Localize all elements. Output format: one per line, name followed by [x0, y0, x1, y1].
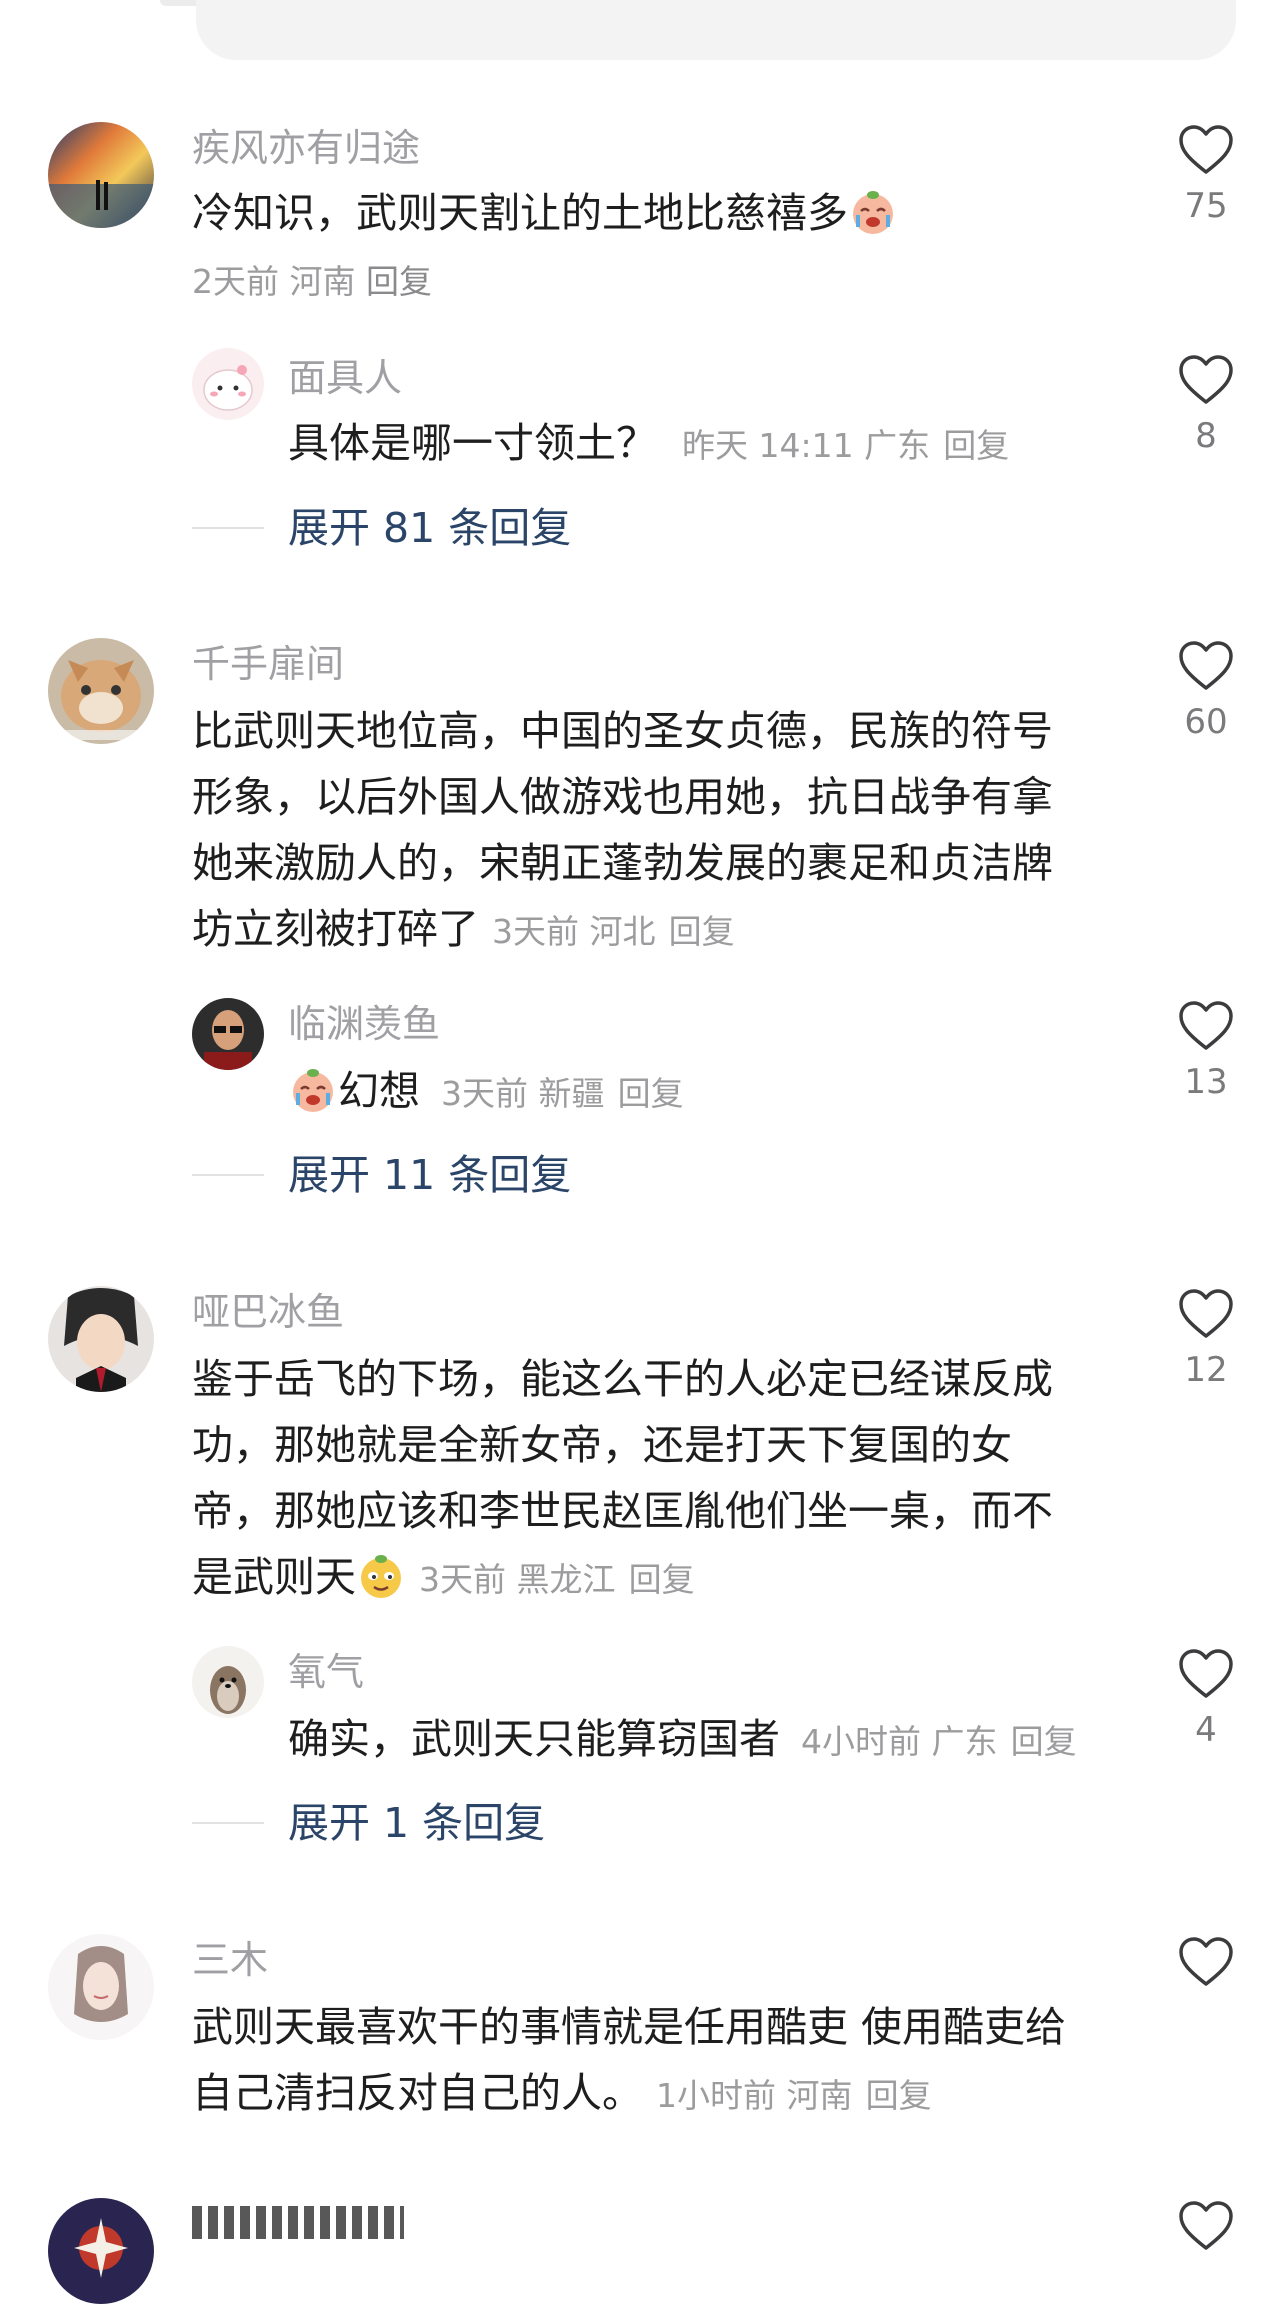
like-count: 75: [1184, 186, 1228, 226]
username[interactable]: 三木: [192, 1936, 268, 1984]
reply-meta: 昨天 14:11 广东: [682, 426, 931, 465]
comment-line: 鉴于岳飞的下场，能这么干的人必定已经谋反成: [192, 1355, 1053, 1403]
username[interactable]: 哑巴冰鱼: [192, 1288, 344, 1336]
heart-outline-icon: [1179, 1001, 1233, 1050]
reply-button[interactable]: 回复: [629, 1560, 695, 1599]
expand-divider: [192, 1174, 264, 1176]
comment-meta: 2天前 河南 回复: [192, 258, 432, 306]
heart-outline-icon: [1179, 355, 1233, 404]
crying-face-emoji: [848, 187, 898, 237]
avatar[interactable]: [48, 1286, 154, 1392]
comment-text: 冷知识，武则天割让的土地比慈禧多: [192, 180, 898, 246]
username-obscured: [192, 2206, 404, 2239]
reply-button[interactable]: 回复: [618, 1074, 684, 1113]
smirk-face-emoji: [356, 1551, 406, 1601]
crying-face-emoji: [288, 1065, 338, 1115]
reply-meta: 4小时前 广东: [801, 1722, 998, 1761]
heart-outline-icon: [1179, 1289, 1233, 1338]
like-button[interactable]: 60: [1161, 640, 1251, 742]
expand-replies-button[interactable]: 展开 81 条回复: [288, 502, 571, 554]
comment-line: 她来激励人的，宋朝正蓬勃发展的裹足和贞洁牌: [192, 839, 1053, 887]
reply-button[interactable]: 回复: [669, 912, 735, 951]
like-button[interactable]: [1161, 1936, 1251, 1988]
meta-time-location: 2天前 河南: [192, 262, 356, 301]
reply-username[interactable]: 氧气: [288, 1648, 364, 1696]
reply-username[interactable]: 面具人: [288, 354, 402, 402]
reply-text-content: 具体是哪一寸领土？: [288, 419, 657, 467]
reply-like-button[interactable]: 8: [1161, 354, 1251, 456]
like-count: 60: [1184, 702, 1228, 742]
avatar[interactable]: [48, 1934, 154, 2040]
reply-button[interactable]: 回复: [866, 2076, 932, 2115]
comment-line: 比武则天地位高，中国的圣女贞德，民族的符号: [192, 707, 1053, 755]
avatar[interactable]: [48, 122, 154, 228]
heart-outline-icon: [1179, 2201, 1233, 2250]
heart-outline-icon: [1179, 641, 1233, 690]
heart-outline-icon: [1179, 1649, 1233, 1698]
comment-text-content: 冷知识，武则天割让的土地比慈禧多: [192, 189, 848, 237]
avatar[interactable]: [48, 2198, 154, 2304]
comment-line: 自己清扫反对自己的人。: [192, 2069, 643, 2117]
comment-line: 帝，那她应该和李世民赵匡胤他们坐一桌，而不: [192, 1487, 1053, 1535]
reply-like-button[interactable]: 4: [1161, 1648, 1251, 1750]
reply-meta: 3天前 新疆: [441, 1074, 605, 1113]
comment-last-line: 坊立刻被打碎了 3天前 河北 回复: [192, 896, 1112, 965]
reply-text: 确实，武则天只能算窃国者 4小时前 广东 回复: [288, 1706, 1077, 1775]
reply-text: 具体是哪一寸领土？ 昨天 14:11 广东 回复: [288, 410, 1009, 479]
reply-text: 幻想 3天前 新疆 回复: [288, 1058, 684, 1127]
comment-line: 功，那她就是全新女帝，还是打天下复国的女: [192, 1421, 1012, 1469]
comment-meta: 3天前 黑龙江: [419, 1560, 616, 1599]
input-bar[interactable]: [196, 0, 1236, 60]
reply-avatar[interactable]: [192, 998, 264, 1070]
reply-button[interactable]: 回复: [366, 262, 432, 301]
reply-like-button[interactable]: 13: [1161, 1000, 1251, 1102]
like-count: 8: [1195, 416, 1217, 456]
reply-avatar[interactable]: [192, 348, 264, 420]
expand-replies-button[interactable]: 展开 11 条回复: [288, 1149, 571, 1201]
comment-line: 形象，以后外国人做游戏也用她，抗日战争有拿: [192, 773, 1053, 821]
like-count: 12: [1184, 1350, 1228, 1390]
comment-meta: 3天前 河北: [492, 912, 656, 951]
like-button[interactable]: 12: [1161, 1288, 1251, 1390]
like-count: 4: [1195, 1710, 1217, 1750]
reply-button[interactable]: 回复: [943, 426, 1009, 465]
heart-outline-icon: [1179, 125, 1233, 174]
reply-username[interactable]: 临渊羡鱼: [288, 1000, 440, 1048]
comment-last-line: 自己清扫反对自己的人。 1小时前 河南 回复: [192, 2060, 1112, 2129]
expand-replies-button[interactable]: 展开 1 条回复: [288, 1797, 545, 1849]
like-button[interactable]: [1161, 2200, 1251, 2252]
comment-line: 坊立刻被打碎了: [192, 905, 479, 953]
reply-button[interactable]: 回复: [1011, 1722, 1077, 1761]
reply-avatar[interactable]: [192, 1646, 264, 1718]
expand-divider: [192, 1822, 264, 1824]
reply-text-content: 确实，武则天只能算窃国者: [288, 1715, 780, 1763]
reply-text-content: 幻想: [338, 1067, 420, 1115]
comment-text: 鉴于岳飞的下场，能这么干的人必定已经谋反成 功，那她就是全新女帝，还是打天下复国…: [192, 1346, 1112, 1613]
comment-meta: 1小时前 河南: [656, 2076, 853, 2115]
comment-last-line: 是武则天 3天前 黑龙江 回复: [192, 1544, 1112, 1613]
username[interactable]: 千手扉间: [192, 640, 344, 688]
avatar[interactable]: [48, 638, 154, 744]
comment-text: 武则天最喜欢干的事情就是任用酷吏 使用酷吏给 自己清扫反对自己的人。 1小时前 …: [192, 1994, 1112, 2129]
like-count: 13: [1184, 1062, 1228, 1102]
comment-line: 是武则天: [192, 1553, 356, 1601]
username[interactable]: 疾风亦有归途: [192, 124, 420, 172]
heart-outline-icon: [1179, 1937, 1233, 1986]
comment-line: 武则天最喜欢干的事情就是任用酷吏 使用酷吏给: [192, 2003, 1067, 2051]
expand-divider: [192, 527, 264, 529]
comment-text: 比武则天地位高，中国的圣女贞德，民族的符号 形象，以后外国人做游戏也用她，抗日战…: [192, 698, 1112, 965]
like-button[interactable]: 75: [1161, 124, 1251, 226]
